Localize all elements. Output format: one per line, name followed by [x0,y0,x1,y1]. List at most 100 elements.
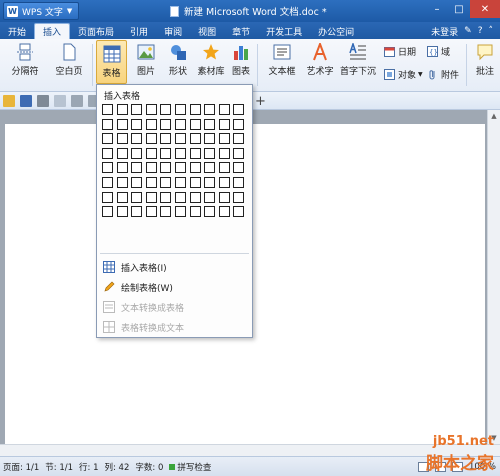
table-grid-cell[interactable] [131,191,143,203]
table-grid-cell[interactable] [145,191,157,203]
table-grid-cell[interactable] [145,147,157,159]
table-grid-cell[interactable] [102,162,113,174]
table-grid-cell[interactable] [204,133,216,145]
table-grid-cell[interactable] [189,104,201,115]
insert-table-item[interactable]: 插入表格(I) [103,259,167,275]
table-grid-cell[interactable] [131,206,143,218]
close-button[interactable]: ✕ [470,0,500,18]
table-grid-cell[interactable] [145,133,157,145]
collapse-icon[interactable]: ˄ [489,26,494,36]
tab-review[interactable]: 审阅 [156,23,190,39]
table-grid-cell[interactable] [116,206,128,218]
table-grid-cell[interactable] [218,191,230,203]
table-grid-cell[interactable] [116,162,128,174]
shape-button[interactable]: 形状 [163,39,193,89]
tab-office-space[interactable]: 办公空间 [310,23,362,39]
table-grid-cell[interactable] [160,133,172,145]
table-grid-cell[interactable] [204,177,216,188]
table-grid-cell[interactable] [131,147,143,159]
undo-icon[interactable] [71,94,83,107]
table-grid-cell[interactable] [218,147,230,159]
tab-developer[interactable]: 开发工具 [258,23,310,39]
table-grid-cell[interactable] [102,206,113,218]
status-word-count[interactable]: 字数: 0 [135,461,163,473]
table-grid-cell[interactable] [102,177,113,188]
draw-table-item[interactable]: 绘制表格(W) [103,279,173,295]
table-grid-cell[interactable] [116,104,128,115]
table-grid-cell[interactable] [233,206,245,218]
picture-button[interactable]: 图片 [131,39,161,89]
comment-button[interactable]: 批注 [470,39,500,89]
table-grid-cell[interactable] [204,104,216,115]
table-grid-cell[interactable] [175,191,186,203]
table-grid-cell[interactable] [218,162,230,174]
table-grid-cell[interactable] [175,118,186,130]
table-grid-cell[interactable] [189,177,201,188]
date-button[interactable]: 日期 [384,45,416,58]
table-grid-cell[interactable] [131,177,143,188]
table-grid-cell[interactable] [102,104,113,115]
table-grid-cell[interactable] [204,206,216,218]
tab-page-layout[interactable]: 页面布局 [70,23,122,39]
table-grid-cell[interactable] [189,133,201,145]
textbox-button[interactable]: 文本框 [262,39,302,89]
login-link[interactable]: 未登录 [431,25,458,38]
table-grid-cell[interactable] [189,162,201,174]
object-button[interactable]: 对象 ▼ [384,68,423,81]
print-icon[interactable] [37,94,49,107]
table-grid-cell[interactable] [102,133,113,145]
table-grid-cell[interactable] [204,191,216,203]
table-grid-cell[interactable] [175,162,186,174]
blank-page-button[interactable]: 空白页 [49,39,89,89]
tab-sections[interactable]: 章节 [224,23,258,39]
table-grid-cell[interactable] [233,177,245,188]
table-grid-cell[interactable] [204,118,216,130]
table-grid-cell[interactable] [160,191,172,203]
table-grid-cell[interactable] [160,118,172,130]
table-grid-cell[interactable] [233,118,245,130]
help-icon[interactable]: ? [478,26,483,36]
table-grid-cell[interactable] [218,133,230,145]
table-grid-cell[interactable] [218,118,230,130]
table-grid-cell[interactable] [131,118,143,130]
attachment-button[interactable]: 附件 [427,68,459,81]
spell-check-toggle[interactable]: 拼写检查 [169,461,211,473]
field-button[interactable]: {} 域 [427,45,450,58]
scroll-up-icon[interactable]: ▲ [488,110,500,122]
maximize-button[interactable]: □ [448,0,470,18]
print-preview-icon[interactable] [54,94,66,107]
table-grid-cell[interactable] [189,206,201,218]
table-grid-cell[interactable] [175,133,186,145]
art-text-button[interactable]: 艺术字 [304,39,336,89]
table-grid-cell[interactable] [116,177,128,188]
tab-home[interactable]: 开始 [0,23,34,39]
table-grid-cell[interactable] [145,206,157,218]
table-grid-cell[interactable] [116,147,128,159]
table-grid-cell[interactable] [102,118,113,130]
table-grid-cell[interactable] [145,177,157,188]
table-grid-cell[interactable] [145,162,157,174]
tab-insert[interactable]: 插入 [34,23,71,39]
drop-cap-button[interactable]: 首字下沉 [338,39,378,89]
table-grid-cell[interactable] [204,162,216,174]
minimize-button[interactable]: – [426,0,448,18]
tab-references[interactable]: 引用 [122,23,156,39]
table-grid-cell[interactable] [204,147,216,159]
chart-button[interactable]: 图表 [229,39,253,89]
table-grid-cell[interactable] [145,118,157,130]
table-grid-cell[interactable] [175,104,186,115]
table-grid-cell[interactable] [116,118,128,130]
asset-library-button[interactable]: 素材库 [195,39,227,89]
vertical-scrollbar[interactable]: ▲ ▼ [487,110,500,444]
table-grid-cell[interactable] [218,177,230,188]
table-grid-cell[interactable] [175,177,186,188]
table-grid-cell[interactable] [131,104,143,115]
skin-icon[interactable]: ✎ [464,26,472,36]
table-grid-cell[interactable] [145,104,157,115]
new-tab-icon[interactable]: + [255,92,266,110]
table-grid-cell[interactable] [189,118,201,130]
open-icon[interactable] [3,94,15,107]
table-grid-cell[interactable] [131,133,143,145]
table-grid-cell[interactable] [233,133,245,145]
table-grid-cell[interactable] [175,147,186,159]
